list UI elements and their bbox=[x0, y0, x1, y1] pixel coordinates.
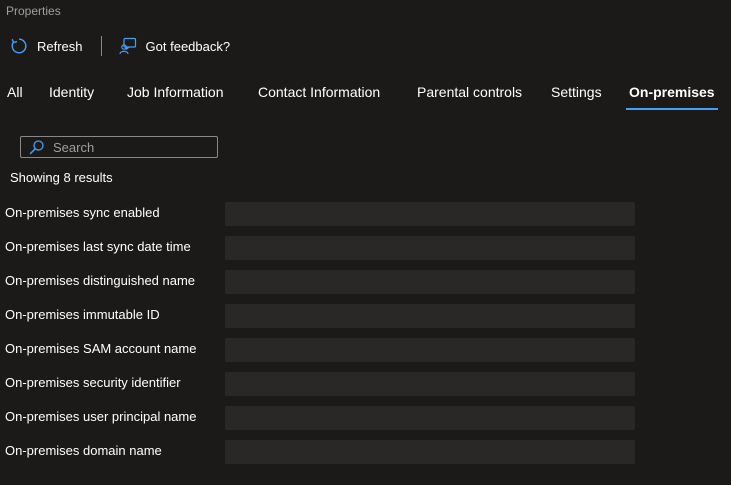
property-row: On-premises last sync date time bbox=[0, 236, 731, 270]
result-count: Showing 8 results bbox=[10, 170, 113, 185]
properties-page: Properties Refresh Got feedback? All Ide… bbox=[0, 0, 731, 485]
property-value-field[interactable] bbox=[225, 236, 635, 260]
property-value-field[interactable] bbox=[225, 440, 635, 464]
property-row: On-premises security identifier bbox=[0, 372, 731, 406]
feedback-button[interactable]: Got feedback? bbox=[118, 37, 231, 55]
tab-settings[interactable]: Settings bbox=[551, 80, 602, 110]
property-list: On-premises sync enabled On-premises las… bbox=[0, 202, 731, 474]
property-row: On-premises user principal name bbox=[0, 406, 731, 440]
property-label: On-premises domain name bbox=[5, 443, 162, 458]
property-label: On-premises sync enabled bbox=[5, 205, 160, 220]
tab-on-premises[interactable]: On-premises bbox=[626, 80, 718, 110]
tab-bar: All Identity Job Information Contact Inf… bbox=[0, 80, 731, 110]
tab-job-information[interactable]: Job Information bbox=[127, 80, 224, 110]
property-value-field[interactable] bbox=[225, 304, 635, 328]
refresh-button[interactable]: Refresh bbox=[10, 37, 83, 55]
tab-identity[interactable]: Identity bbox=[49, 80, 94, 110]
tab-contact-information[interactable]: Contact Information bbox=[258, 80, 380, 110]
property-label: On-premises user principal name bbox=[5, 409, 197, 424]
feedback-icon bbox=[118, 37, 137, 55]
property-value-field[interactable] bbox=[225, 406, 635, 430]
feedback-label: Got feedback? bbox=[145, 38, 231, 54]
tab-all[interactable]: All bbox=[7, 80, 23, 110]
property-row: On-premises sync enabled bbox=[0, 202, 731, 236]
property-label: On-premises SAM account name bbox=[5, 341, 197, 356]
property-row: On-premises SAM account name bbox=[0, 338, 731, 372]
page-title: Properties bbox=[6, 4, 61, 18]
search-icon bbox=[29, 139, 45, 155]
property-label: On-premises security identifier bbox=[5, 375, 181, 390]
property-value-field[interactable] bbox=[225, 338, 635, 362]
property-row: On-premises immutable ID bbox=[0, 304, 731, 338]
property-label: On-premises distinguished name bbox=[5, 273, 196, 288]
toolbar: Refresh Got feedback? bbox=[10, 35, 230, 57]
refresh-icon bbox=[10, 37, 28, 55]
toolbar-divider bbox=[100, 36, 102, 56]
search-box[interactable] bbox=[20, 136, 218, 158]
property-value-field[interactable] bbox=[225, 372, 635, 396]
property-label: On-premises immutable ID bbox=[5, 307, 160, 322]
refresh-label: Refresh bbox=[37, 38, 83, 54]
property-label: On-premises last sync date time bbox=[5, 239, 191, 254]
tab-parental-controls[interactable]: Parental controls bbox=[417, 80, 522, 110]
property-value-field[interactable] bbox=[225, 270, 635, 294]
property-row: On-premises domain name bbox=[0, 440, 731, 474]
property-row: On-premises distinguished name bbox=[0, 270, 731, 304]
search-input[interactable] bbox=[53, 139, 203, 155]
property-value-field[interactable] bbox=[225, 202, 635, 226]
